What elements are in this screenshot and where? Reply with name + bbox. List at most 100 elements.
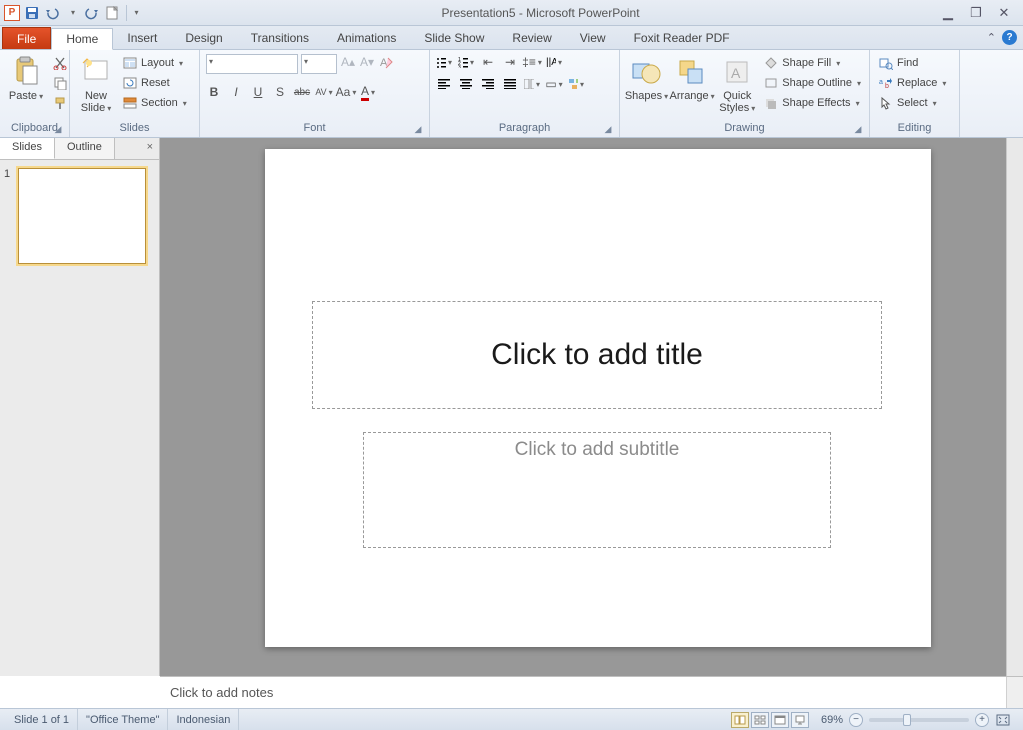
group-label-font: Font (303, 122, 325, 134)
zoom-slider[interactable] (869, 718, 969, 722)
status-language[interactable]: Indonesian (168, 709, 239, 730)
sidetab-outline[interactable]: Outline (55, 138, 115, 159)
tab-insert[interactable]: Insert (113, 27, 171, 49)
help-icon[interactable]: ? (1002, 30, 1017, 45)
cut-button[interactable] (50, 54, 70, 72)
fit-window-button[interactable] (995, 712, 1011, 728)
tab-review[interactable]: Review (498, 27, 565, 49)
new-file-icon[interactable] (104, 5, 120, 21)
status-theme[interactable]: "Office Theme" (78, 709, 168, 730)
align-center-button[interactable] (458, 76, 474, 92)
shapes-button[interactable]: Shapes (626, 54, 667, 105)
shape-effects-button[interactable]: Shape Effects (761, 94, 863, 112)
tab-transitions[interactable]: Transitions (237, 27, 323, 49)
numbering-button[interactable]: 123 (458, 54, 474, 70)
tab-foxit[interactable]: Foxit Reader PDF (620, 27, 744, 49)
slideshow-view-button[interactable] (791, 712, 809, 728)
normal-view-button[interactable] (731, 712, 749, 728)
tab-animations[interactable]: Animations (323, 27, 410, 49)
strike-button[interactable]: abc (294, 84, 310, 100)
zoom-in-button[interactable]: + (975, 713, 989, 727)
reset-button[interactable]: Reset (120, 74, 189, 92)
quick-access-toolbar: P (0, 5, 142, 21)
align-text-button[interactable]: ▭ (546, 76, 562, 92)
line-spacing-button[interactable]: ‡≡ (524, 54, 540, 70)
layout-button[interactable]: Layout (120, 54, 189, 72)
thumbnail-item[interactable]: 1 (4, 168, 155, 264)
select-button[interactable]: Select (876, 94, 948, 112)
font-size-input[interactable] (301, 54, 337, 74)
shape-fill-button[interactable]: Shape Fill (761, 54, 863, 72)
arrange-button[interactable]: Arrange (671, 54, 713, 105)
italic-button[interactable]: I (228, 84, 244, 100)
shrink-font-icon[interactable]: A▾ (359, 54, 375, 70)
side-tabs: Slides Outline × (0, 138, 159, 160)
undo-icon[interactable] (44, 5, 60, 21)
quick-styles-button[interactable]: A Quick Styles (717, 54, 757, 117)
shadow-button[interactable]: S (272, 84, 288, 100)
tab-slideshow[interactable]: Slide Show (410, 27, 498, 49)
sidetab-slides[interactable]: Slides (0, 138, 55, 159)
slide[interactable]: Click to add title Click to add subtitle (265, 149, 931, 647)
title-placeholder[interactable]: Click to add title (312, 301, 882, 409)
group-clipboard: Paste Clipboard◢ (0, 50, 70, 137)
close-panel-icon[interactable]: × (141, 138, 159, 159)
restore-icon[interactable]: ❐ (967, 5, 985, 21)
notes-pane[interactable]: Click to add notes (160, 676, 1023, 708)
subtitle-placeholder[interactable]: Click to add subtitle (363, 432, 831, 548)
group-label-clipboard: Clipboard (11, 122, 58, 134)
sorter-view-button[interactable] (751, 712, 769, 728)
copy-button[interactable] (50, 74, 70, 92)
close-icon[interactable]: ✕ (995, 5, 1013, 21)
reading-view-button[interactable] (771, 712, 789, 728)
grow-font-icon[interactable]: A▴ (340, 54, 356, 70)
justify-button[interactable] (502, 76, 518, 92)
align-right-button[interactable] (480, 76, 496, 92)
font-launcher[interactable]: ◢ (413, 124, 423, 134)
change-case-button[interactable]: Aa (338, 84, 354, 100)
section-button[interactable]: Section (120, 94, 189, 112)
save-icon[interactable] (24, 5, 40, 21)
status-slide-number[interactable]: Slide 1 of 1 (6, 709, 78, 730)
find-button[interactable]: Find (876, 54, 948, 72)
text-direction-button[interactable]: ||A (546, 54, 562, 70)
bullets-button[interactable] (436, 54, 452, 70)
char-spacing-button[interactable]: AV (316, 84, 332, 100)
notes-scrollbar[interactable] (1006, 677, 1023, 708)
minimize-ribbon-icon[interactable]: ⌃ (987, 31, 996, 44)
drawing-launcher[interactable]: ◢ (853, 124, 863, 134)
clear-format-icon[interactable]: A (378, 54, 394, 70)
format-painter-button[interactable] (50, 94, 70, 112)
minimize-icon[interactable]: ▁ (939, 5, 957, 21)
decrease-indent-button[interactable]: ⇤ (480, 54, 496, 70)
group-paragraph: 123 ⇤ ⇥ ‡≡ ||A ▭ Paragraph◢ (430, 50, 620, 137)
tab-home[interactable]: Home (51, 28, 113, 50)
replace-button[interactable]: abReplace (876, 74, 948, 92)
new-slide-button[interactable]: New Slide (76, 54, 116, 117)
zoom-value[interactable]: 69% (821, 714, 843, 726)
columns-button[interactable] (524, 76, 540, 92)
smartart-button[interactable] (568, 76, 584, 92)
undo-dropdown[interactable] (64, 5, 80, 21)
zoom-out-button[interactable]: − (849, 713, 863, 727)
shape-outline-button[interactable]: Shape Outline (761, 74, 863, 92)
font-name-input[interactable] (206, 54, 298, 74)
main-area: Slides Outline × 1 Click to add title Cl… (0, 138, 1023, 676)
paste-button[interactable]: Paste (6, 54, 46, 105)
underline-button[interactable]: U (250, 84, 266, 100)
qat-customize[interactable] (126, 5, 142, 21)
slide-canvas[interactable]: Click to add title Click to add subtitle (160, 138, 1023, 676)
tab-view[interactable]: View (566, 27, 620, 49)
bold-button[interactable]: B (206, 84, 222, 100)
increase-indent-button[interactable]: ⇥ (502, 54, 518, 70)
font-color-button[interactable]: A (360, 84, 376, 100)
redo-icon[interactable] (84, 5, 100, 21)
paragraph-launcher[interactable]: ◢ (603, 124, 613, 134)
thumbnail-preview[interactable] (18, 168, 146, 264)
tab-file[interactable]: File (2, 27, 51, 49)
tab-design[interactable]: Design (171, 27, 236, 49)
svg-text:b: b (885, 83, 889, 89)
clipboard-launcher[interactable]: ◢ (53, 124, 63, 134)
canvas-scrollbar[interactable] (1006, 138, 1023, 676)
align-left-button[interactable] (436, 76, 452, 92)
